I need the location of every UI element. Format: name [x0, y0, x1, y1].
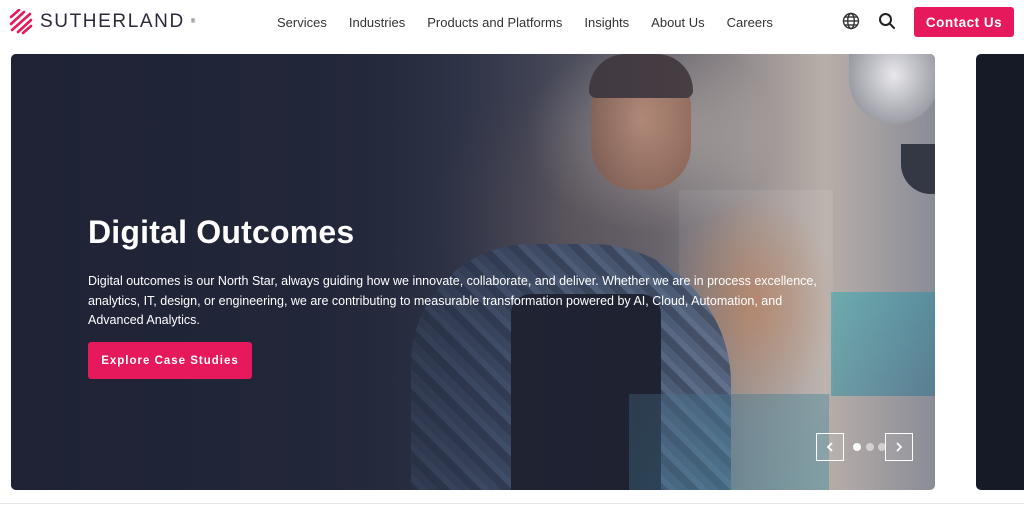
search-icon[interactable] [877, 11, 897, 31]
page-divider [0, 503, 1024, 504]
nav-item-insights[interactable]: Insights [573, 15, 640, 30]
chevron-left-icon [826, 442, 833, 452]
next-slide-preview[interactable] [976, 54, 1024, 490]
globe-icon[interactable] [841, 11, 861, 31]
carousel-dot-2[interactable] [866, 443, 874, 451]
chevron-right-icon [896, 442, 903, 452]
carousel-prev-button[interactable] [816, 433, 844, 461]
hero-title: Digital Outcomes [88, 214, 355, 250]
carousel-dot-1[interactable] [853, 443, 861, 451]
nav-item-careers[interactable]: Careers [716, 15, 784, 30]
logo-wordmark: SUTHERLAND [40, 11, 185, 32]
nav-item-products-and-platforms[interactable]: Products and Platforms [416, 15, 573, 30]
carousel-next-button[interactable] [885, 433, 913, 461]
logo-trademark: ® [190, 19, 196, 25]
hero-description: Digital outcomes is our North Star, alwa… [88, 274, 817, 327]
explore-case-studies-button[interactable]: Explore Case Studies [88, 342, 252, 379]
site-header: SUTHERLAND ® Services Industries Product… [0, 0, 1024, 46]
sutherland-stripes-icon [9, 9, 33, 35]
hero-banner: Digital Outcomes Digital outcomes is our… [11, 54, 935, 490]
sutherland-logo[interactable]: SUTHERLAND ® [8, 9, 195, 35]
main-nav: Services Industries Products and Platfor… [266, 15, 784, 30]
nav-item-industries[interactable]: Industries [338, 15, 416, 30]
contact-us-button[interactable]: Contact Us [914, 7, 1014, 37]
nav-item-services[interactable]: Services [266, 15, 338, 30]
carousel-controls [816, 433, 913, 461]
nav-item-about-us[interactable]: About Us [640, 15, 715, 30]
